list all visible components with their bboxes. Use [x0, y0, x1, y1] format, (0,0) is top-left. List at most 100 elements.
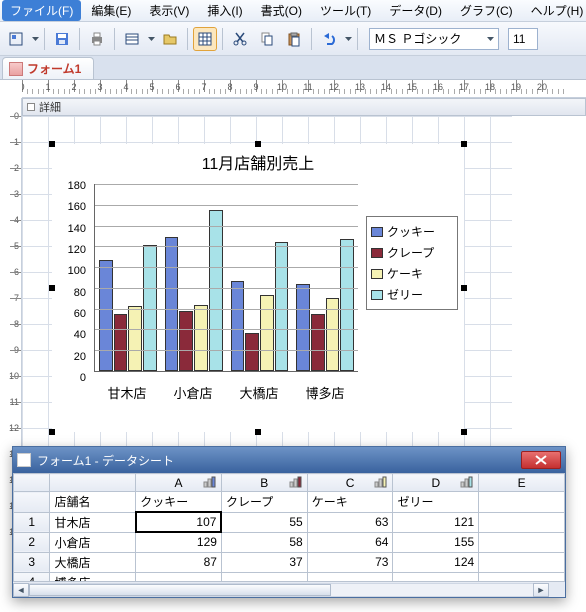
series-name-cell[interactable]: ゼリー: [393, 492, 479, 513]
font-size-value: 11: [513, 32, 525, 46]
chart-object[interactable]: 11月店舗別売上 020406080100120140160180 甘木店小倉店…: [48, 140, 468, 436]
copy-icon: [259, 31, 275, 47]
legend-swatch: [371, 290, 383, 300]
legend-label: ケーキ: [387, 265, 423, 282]
column-header[interactable]: D: [393, 474, 479, 492]
data-cell[interactable]: [393, 572, 479, 581]
scroll-left-button[interactable]: ◄: [13, 583, 29, 597]
undo-dropdown[interactable]: [344, 37, 352, 41]
row-header[interactable]: 2: [14, 532, 50, 552]
row-header[interactable]: 1: [14, 512, 50, 532]
data-cell[interactable]: 124: [393, 552, 479, 572]
menu-tools[interactable]: ツール(T): [312, 0, 379, 21]
legend-item: クッキー: [371, 221, 453, 242]
scroll-track[interactable]: [29, 583, 533, 597]
menu-data[interactable]: データ(D): [381, 0, 450, 21]
datasheet-window[interactable]: フォーム1 - データシート ABCDE 店舗名クッキークレープケーキゼリー 1甘木…: [12, 446, 566, 598]
open-button[interactable]: [158, 27, 182, 51]
datasheet-icon: [197, 31, 213, 47]
print-button[interactable]: [85, 27, 109, 51]
category-name-cell[interactable]: 甘木店: [50, 512, 136, 532]
column-header[interactable]: A: [136, 474, 222, 492]
selection-handle[interactable]: [49, 141, 55, 147]
menu-format[interactable]: 書式(O): [253, 0, 310, 21]
paste-button[interactable]: [282, 27, 306, 51]
chevron-down-icon: [32, 37, 39, 41]
selection-handle[interactable]: [461, 429, 467, 435]
bar-group: [292, 184, 358, 371]
data-cell[interactable]: [221, 572, 307, 581]
form-dropdown[interactable]: [147, 37, 155, 41]
menu-view[interactable]: 表示(V): [141, 0, 197, 21]
selection-handle[interactable]: [255, 429, 261, 435]
bar: [99, 260, 113, 371]
data-cell[interactable]: [136, 572, 222, 581]
datasheet-grid[interactable]: ABCDE 店舗名クッキークレープケーキゼリー 1甘木店1075563121 2小倉店…: [13, 473, 565, 581]
series-name-cell[interactable]: ケーキ: [307, 492, 393, 513]
font-size-select[interactable]: 11: [508, 28, 538, 50]
category-name-cell[interactable]: 大橋店: [50, 552, 136, 572]
cut-button[interactable]: [228, 27, 252, 51]
series-name-cell[interactable]: クッキー: [136, 492, 222, 513]
font-name-value: ＭＳ Ｐゴシック: [374, 30, 461, 47]
data-cell[interactable]: [307, 572, 393, 581]
row-header[interactable]: 4: [14, 572, 50, 581]
selection-handle[interactable]: [461, 285, 467, 291]
category-name-cell[interactable]: 小倉店: [50, 532, 136, 552]
datasheet-button[interactable]: [193, 27, 217, 51]
datasheet-titlebar[interactable]: フォーム1 - データシート: [13, 447, 565, 473]
legend-item: ゼリー: [371, 284, 453, 305]
data-cell[interactable]: 73: [307, 552, 393, 572]
bar: [209, 210, 223, 371]
save-button[interactable]: [50, 27, 74, 51]
menu-file[interactable]: ファイル(F): [2, 0, 81, 21]
menu-insert[interactable]: 挿入(I): [199, 0, 250, 21]
menu-edit[interactable]: 編集(E): [83, 0, 139, 21]
data-cell[interactable]: 87: [136, 552, 222, 572]
data-cell[interactable]: 58: [221, 532, 307, 552]
series-name-cell[interactable]: 店舗名: [50, 492, 136, 513]
category-name-cell[interactable]: 博多店: [50, 572, 136, 581]
bar-group: [95, 184, 161, 371]
data-cell[interactable]: 107: [136, 512, 222, 532]
chart-x-axis: 甘木店小倉店大橋店博多店: [94, 383, 358, 402]
datasheet-title: フォーム1 - データシート: [37, 452, 174, 469]
view-mode-button[interactable]: [4, 27, 28, 51]
menu-help[interactable]: ヘルプ(H): [523, 0, 586, 21]
selection-handle[interactable]: [49, 285, 55, 291]
data-cell[interactable]: 55: [221, 512, 307, 532]
data-cell[interactable]: 121: [393, 512, 479, 532]
selection-handle[interactable]: [255, 141, 261, 147]
data-cell[interactable]: 129: [136, 532, 222, 552]
section-header-detail[interactable]: 詳細: [22, 98, 586, 116]
undo-button[interactable]: [317, 27, 341, 51]
series-name-cell[interactable]: クレープ: [221, 492, 307, 513]
bar: [311, 314, 325, 371]
font-name-select[interactable]: ＭＳ Ｐゴシック: [369, 28, 499, 50]
bar-group: [161, 184, 227, 371]
bar: [194, 305, 208, 371]
column-header[interactable]: C: [307, 474, 393, 492]
section-label: 詳細: [39, 99, 61, 115]
column-header[interactable]: B: [221, 474, 307, 492]
column-header[interactable]: E: [479, 474, 565, 492]
view-dropdown[interactable]: [31, 37, 39, 41]
close-button[interactable]: [521, 451, 561, 469]
data-cell[interactable]: 63: [307, 512, 393, 532]
scroll-right-button[interactable]: ►: [533, 583, 549, 597]
data-cell[interactable]: 37: [221, 552, 307, 572]
data-cell[interactable]: 64: [307, 532, 393, 552]
selection-handle[interactable]: [461, 141, 467, 147]
menu-chart[interactable]: グラフ(C): [452, 0, 521, 21]
legend-label: クッキー: [387, 223, 435, 240]
chevron-down-icon: [148, 37, 155, 41]
tab-form1[interactable]: フォーム1: [2, 57, 94, 79]
datasheet-scrollbar[interactable]: ◄ ►: [13, 581, 565, 597]
copy-button[interactable]: [255, 27, 279, 51]
chart-y-axis: 020406080100120140160180: [60, 180, 90, 372]
row-header[interactable]: 3: [14, 552, 50, 572]
scroll-thumb[interactable]: [29, 584, 331, 596]
selection-handle[interactable]: [49, 429, 55, 435]
data-cell[interactable]: 155: [393, 532, 479, 552]
form-button[interactable]: [120, 27, 144, 51]
